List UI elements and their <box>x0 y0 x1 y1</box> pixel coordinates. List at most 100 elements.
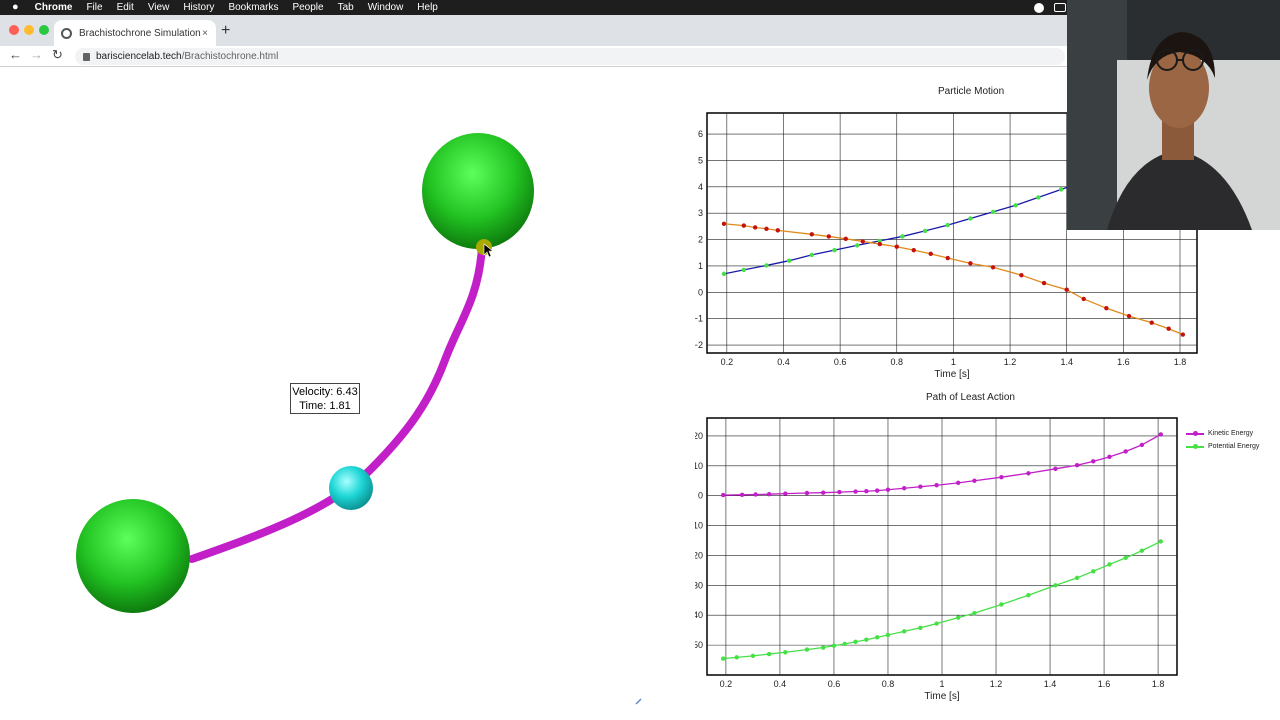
chart2-ytick-label: −30 <box>695 580 703 590</box>
chart2-xtick-label: 0.2 <box>720 679 733 689</box>
menu-app-name[interactable]: Chrome <box>35 0 73 15</box>
menu-help[interactable]: Help <box>417 0 438 15</box>
chart1-ytick-label: −2 <box>695 340 703 350</box>
chart2-ytick-label: −50 <box>695 640 703 650</box>
chart1-ytick-label: 5 <box>698 155 703 165</box>
display-icon[interactable] <box>1054 3 1066 12</box>
chart1-series1-point <box>843 236 848 242</box>
menu-view[interactable]: View <box>148 0 170 15</box>
chart1-series0-point <box>1036 195 1041 200</box>
chart1-series1-point <box>1126 313 1132 319</box>
chart2-series0-point <box>1107 454 1112 460</box>
chart1-xtick-label: 0.8 <box>891 357 904 367</box>
chart2-series1-point <box>783 650 788 655</box>
chart2-series0-point <box>864 489 869 494</box>
chart1-series1-point <box>1149 320 1154 325</box>
chart1-series1-point <box>1081 296 1086 302</box>
chart2-series1-point <box>934 621 939 626</box>
chart1-series1-point <box>968 261 973 266</box>
chart2-series0-point <box>972 478 977 483</box>
legend-swatch-potential <box>1186 443 1204 449</box>
zoom-window-button[interactable] <box>39 25 49 35</box>
chart2-series1-point <box>885 632 891 638</box>
apple-menu-icon[interactable]: ● <box>12 0 19 15</box>
menu-tab[interactable]: Tab <box>338 0 354 15</box>
browser-tab[interactable]: Brachistochrone Simulation × <box>54 20 216 46</box>
chart2-series1-point <box>901 629 907 634</box>
url-field[interactable]: barisciencelab.tech/Brachistochrone.html <box>75 48 1065 65</box>
particle-ball <box>329 466 373 510</box>
velocity-readout: Velocity: 6.43 <box>292 386 358 398</box>
chart1-series1-point <box>826 234 831 239</box>
back-button[interactable]: ← <box>9 47 22 62</box>
chart1-ytick-label: 1 <box>698 261 703 271</box>
chart2-series0-point <box>956 480 961 486</box>
chart2-ytick-label: 10 <box>695 461 703 471</box>
chart2-series0-point <box>753 492 758 497</box>
chart2-series0-point <box>885 487 891 492</box>
menu-window[interactable]: Window <box>368 0 404 15</box>
chart1-series1-point <box>877 241 882 247</box>
resize-handle-icon[interactable] <box>635 698 642 705</box>
chart2-series0-point <box>874 488 880 493</box>
chart2-series1-point <box>820 645 826 650</box>
chart1-series1-point <box>721 221 727 226</box>
chart1-xtick-label: 0.6 <box>834 357 847 367</box>
minimize-window-button[interactable] <box>24 25 34 35</box>
chart2-series0-point <box>918 484 923 489</box>
chart1-series1-point <box>1180 332 1186 337</box>
chart2-xtick-label: 1.2 <box>990 679 1003 689</box>
new-tab-button[interactable]: + <box>221 22 230 40</box>
close-window-button[interactable] <box>9 25 19 35</box>
menu-edit[interactable]: Edit <box>117 0 134 15</box>
chart2-series0-point <box>1074 463 1080 468</box>
reload-button[interactable]: ↻ <box>52 47 63 63</box>
chart1-series0-point <box>741 267 747 273</box>
chart2-xtick-label: 0.6 <box>828 679 841 689</box>
chart2-series0-point <box>1053 466 1058 472</box>
chart2-series1-point <box>972 610 977 616</box>
chart2-series1-point <box>1107 562 1112 567</box>
chart2-series0-point <box>1123 449 1128 454</box>
chart1-series1-point <box>945 255 950 261</box>
chart2-series1-point <box>918 625 923 630</box>
path-of-least-action-chart: 0.2 0.4 0.6 0.8 1 1.2 1.4 1.6 1.8 20 10 0 −10 −20 −30 −… <box>695 417 1178 702</box>
tab-title: Brachistochrone Simulation <box>79 27 201 39</box>
chart1-series0-point <box>922 228 928 234</box>
webcam-overlay <box>1067 0 1280 230</box>
lock-icon <box>83 52 90 61</box>
chart2-series0-point <box>804 490 810 496</box>
legend-swatch-kinetic <box>1186 430 1204 436</box>
chart1-series0-point <box>721 271 727 277</box>
chart1-series1-point <box>990 265 996 270</box>
legend-label-potential: Potential Energy <box>1208 443 1260 450</box>
chart1-series1-point <box>741 223 747 228</box>
chart2-series0-point <box>739 492 745 498</box>
chart1-series1-point <box>809 232 814 237</box>
record-icon[interactable] <box>1034 2 1044 13</box>
chart2-series0-point <box>721 492 726 498</box>
tab-close-icon[interactable]: × <box>202 28 208 39</box>
menu-bookmarks[interactable]: Bookmarks <box>228 0 278 15</box>
chart2-series1-point <box>874 635 880 640</box>
legend-item-kinetic: Kinetic Energy <box>1186 427 1259 440</box>
chart1-series1-point <box>928 251 933 257</box>
menu-people[interactable]: People <box>292 0 323 15</box>
chart2-series0-point <box>820 490 826 495</box>
menu-file[interactable]: File <box>86 0 102 15</box>
chart2-series0-point <box>1139 442 1145 448</box>
chart1-series1-point <box>860 239 865 244</box>
velocity-time-label: Velocity: 6.43 Time: 1.81 <box>290 383 360 414</box>
chart1-series1-point <box>775 228 781 233</box>
chart1-xtick-label: 1.2 <box>1004 357 1017 367</box>
chart2-xtick-label: 0.8 <box>882 679 895 689</box>
chart1-series1-point <box>1166 326 1171 331</box>
webcam-image <box>1067 0 1280 230</box>
chart1-xtick-label: 1.4 <box>1060 357 1073 367</box>
bottom-sphere <box>76 499 190 613</box>
chart1-series0-point <box>945 222 950 228</box>
forward-button[interactable]: → <box>30 47 43 62</box>
chart1-ytick-label: 4 <box>698 182 703 192</box>
menu-history[interactable]: History <box>183 0 214 15</box>
chart2-ytick-label: 20 <box>695 431 703 441</box>
